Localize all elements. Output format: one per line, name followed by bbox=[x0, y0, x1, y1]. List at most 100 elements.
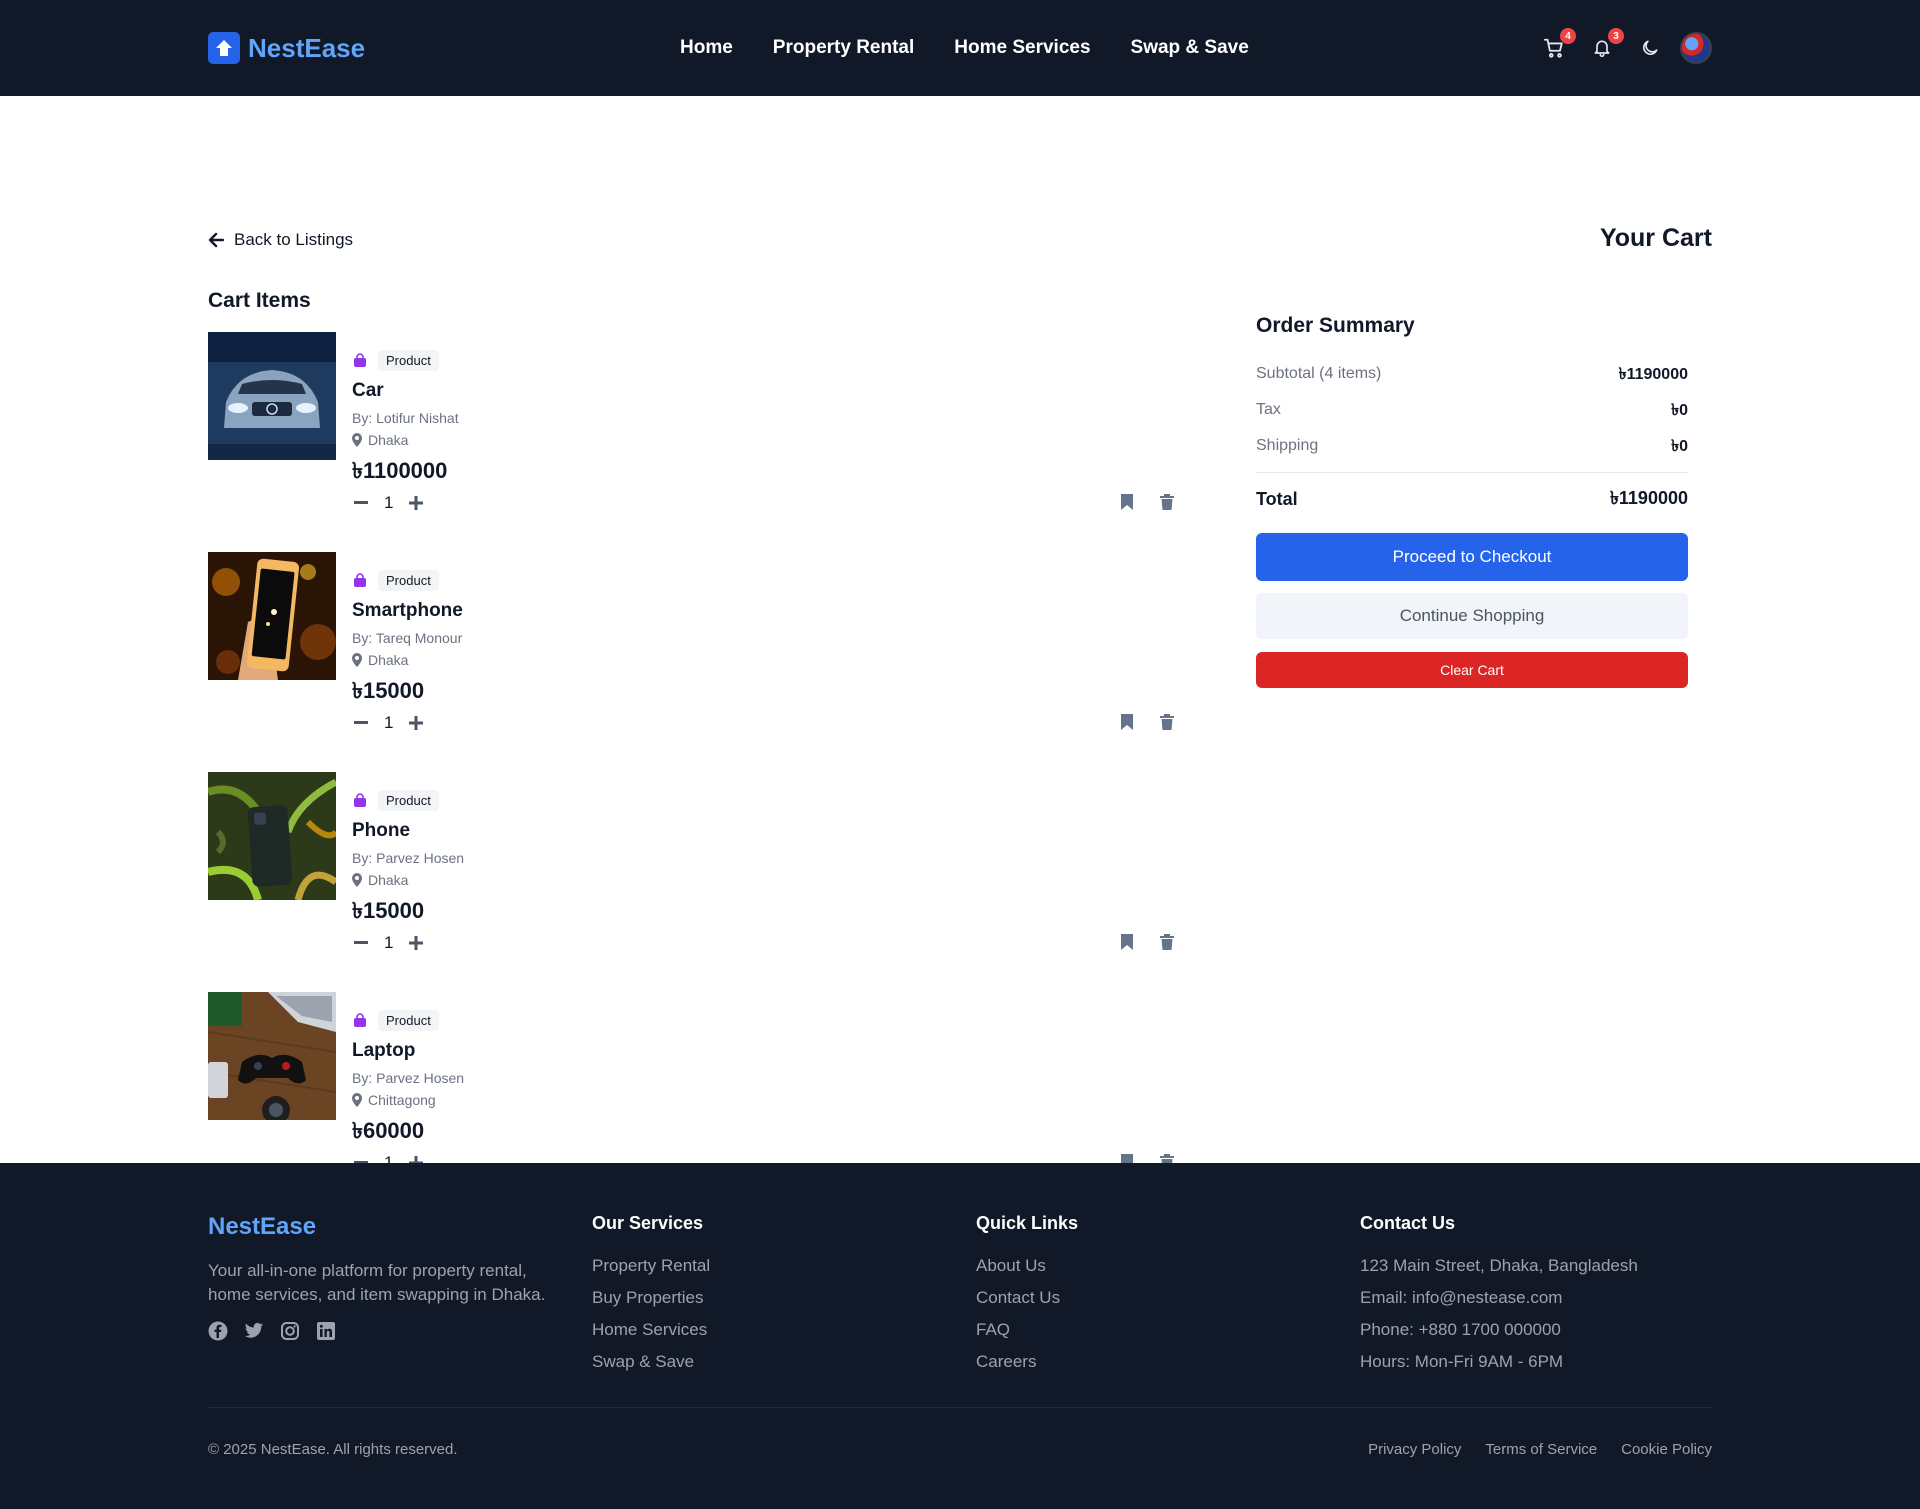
footer-brand-column: NestEase Your all-in-one platform for pr… bbox=[208, 1213, 558, 1341]
cookie-policy-link[interactable]: Cookie Policy bbox=[1621, 1441, 1712, 1458]
cart-count-badge: 4 bbox=[1560, 28, 1576, 44]
facebook-icon bbox=[208, 1321, 228, 1341]
remove-item-button[interactable] bbox=[1158, 712, 1176, 732]
save-for-later-button[interactable] bbox=[1118, 932, 1136, 952]
item-category-tag: Product bbox=[378, 1009, 439, 1031]
item-name: Smartphone bbox=[352, 600, 463, 621]
footer-brand[interactable]: NestEase bbox=[208, 1213, 558, 1241]
location-pin-icon bbox=[352, 433, 362, 447]
nav-link-swap-save[interactable]: Swap & Save bbox=[1131, 37, 1249, 59]
remove-item-button[interactable] bbox=[1158, 932, 1176, 952]
item-category-tag: Product bbox=[378, 789, 439, 811]
shipping-label: Shipping bbox=[1256, 437, 1319, 454]
item-seller: By: Parvez Hosen bbox=[352, 1070, 465, 1086]
tax-row: Tax ৳0 bbox=[1256, 392, 1688, 428]
footer-link-careers[interactable]: Careers bbox=[976, 1346, 1078, 1378]
plus-icon bbox=[409, 936, 424, 950]
order-summary: Order Summary Subtotal (4 items) ৳119000… bbox=[1256, 314, 1688, 688]
clear-cart-button[interactable]: Clear Cart bbox=[1256, 652, 1688, 688]
terms-of-service-link[interactable]: Terms of Service bbox=[1485, 1441, 1597, 1458]
summary-divider bbox=[1256, 472, 1688, 473]
decrease-quantity-button[interactable] bbox=[352, 494, 370, 512]
item-name: Laptop bbox=[352, 1040, 416, 1061]
cart-item-car: Product Car By: Lotifur Nishat Dhaka ৳11… bbox=[208, 332, 1176, 552]
cart-items-list: Product Car By: Lotifur Nishat Dhaka ৳11… bbox=[208, 332, 1176, 1212]
plus-icon bbox=[409, 716, 424, 730]
plus-icon bbox=[409, 496, 424, 510]
shopping-bag-icon bbox=[352, 572, 368, 588]
item-name: Car bbox=[352, 380, 384, 401]
nav-link-home[interactable]: Home bbox=[680, 37, 733, 59]
page-title: Your Cart bbox=[1599, 224, 1712, 252]
shopping-bag-icon bbox=[352, 352, 368, 368]
cart-page: Back to Listings Your Cart Cart Items Pr… bbox=[0, 96, 1920, 1172]
proceed-to-checkout-button[interactable]: Proceed to Checkout bbox=[1256, 533, 1688, 581]
footer-link-contact-us[interactable]: Contact Us bbox=[976, 1282, 1078, 1314]
item-category-tag: Product bbox=[378, 569, 439, 591]
save-for-later-button[interactable] bbox=[1118, 492, 1136, 512]
bookmark-icon bbox=[1121, 494, 1133, 510]
notification-count-badge: 3 bbox=[1608, 28, 1624, 44]
quantity-stepper: 1 bbox=[352, 713, 463, 733]
nav-link-property-rental[interactable]: Property Rental bbox=[773, 37, 914, 59]
theme-toggle-button[interactable] bbox=[1636, 34, 1664, 62]
arrow-left-icon bbox=[208, 232, 224, 248]
item-seller: By: Lotifur Nishat bbox=[352, 410, 459, 426]
footer-link-swap-save[interactable]: Swap & Save bbox=[592, 1346, 710, 1378]
item-location: Chittagong bbox=[368, 1092, 436, 1108]
cart-button[interactable]: 4 bbox=[1540, 28, 1576, 62]
footer-quick-links-column: Quick Links About Us Contact Us FAQ Care… bbox=[976, 1213, 1078, 1378]
increase-quantity-button[interactable] bbox=[407, 714, 425, 732]
footer-divider bbox=[208, 1407, 1712, 1408]
shipping-value: ৳0 bbox=[1671, 437, 1688, 455]
notifications-button[interactable]: 3 bbox=[1588, 28, 1624, 62]
phone-thumbnail bbox=[208, 772, 336, 900]
footer: NestEase Your all-in-one platform for pr… bbox=[0, 1163, 1920, 1509]
decrease-quantity-button[interactable] bbox=[352, 714, 370, 732]
brand[interactable]: NestEase bbox=[208, 32, 365, 64]
footer-link-property-rental[interactable]: Property Rental bbox=[592, 1250, 710, 1282]
privacy-policy-link[interactable]: Privacy Policy bbox=[1368, 1441, 1461, 1458]
total-label: Total bbox=[1256, 488, 1298, 509]
main-nav: Home Property Rental Home Services Swap … bbox=[680, 0, 1249, 96]
footer-link-home-services[interactable]: Home Services bbox=[592, 1314, 710, 1346]
trash-icon bbox=[1160, 494, 1174, 510]
nav-link-home-services[interactable]: Home Services bbox=[954, 37, 1090, 59]
nav-icons: 4 3 bbox=[1524, 0, 1712, 96]
facebook-link[interactable] bbox=[208, 1321, 228, 1341]
total-value: ৳1190000 bbox=[1609, 487, 1688, 508]
increase-quantity-button[interactable] bbox=[407, 494, 425, 512]
decrease-quantity-button[interactable] bbox=[352, 934, 370, 952]
continue-shopping-button[interactable]: Continue Shopping bbox=[1256, 593, 1688, 639]
footer-link-about-us[interactable]: About Us bbox=[976, 1250, 1078, 1282]
save-for-later-button[interactable] bbox=[1118, 712, 1136, 732]
user-avatar[interactable] bbox=[1680, 32, 1712, 64]
footer-contact-title: Contact Us bbox=[1360, 1213, 1456, 1233]
contact-address: 123 Main Street, Dhaka, Bangladesh bbox=[1360, 1256, 1638, 1275]
back-to-listings-link[interactable]: Back to Listings bbox=[208, 230, 353, 250]
footer-link-faq[interactable]: FAQ bbox=[976, 1314, 1078, 1346]
twitter-icon bbox=[244, 1322, 264, 1338]
cart-item-phone: Product Phone By: Parvez Hosen Dhaka ৳15… bbox=[208, 772, 1176, 992]
total-row: Total ৳1190000 bbox=[1256, 479, 1688, 519]
laptop-thumbnail bbox=[208, 992, 336, 1120]
cart-item-smartphone: Product Smartphone By: Tareq Monour Dhak… bbox=[208, 552, 1176, 772]
instagram-link[interactable] bbox=[280, 1321, 300, 1341]
item-info: Product Laptop By: Parvez Hosen Chittago… bbox=[352, 1008, 464, 1173]
footer-contact-column: Contact Us 123 Main Street, Dhaka, Bangl… bbox=[1360, 1213, 1638, 1378]
contact-phone: Phone: +880 1700 000000 bbox=[1360, 1320, 1561, 1339]
footer-link-buy-properties[interactable]: Buy Properties bbox=[592, 1282, 710, 1314]
order-summary-title: Order Summary bbox=[1256, 314, 1415, 337]
linkedin-icon bbox=[317, 1322, 335, 1340]
car-thumbnail bbox=[208, 332, 336, 460]
increase-quantity-button[interactable] bbox=[407, 934, 425, 952]
twitter-link[interactable] bbox=[244, 1321, 264, 1341]
subtotal-value: ৳1190000 bbox=[1618, 365, 1688, 383]
location-pin-icon bbox=[352, 653, 362, 667]
item-location: Dhaka bbox=[368, 432, 409, 448]
item-price: ৳15000 bbox=[352, 898, 425, 923]
subtotal-label: Subtotal (4 items) bbox=[1256, 365, 1382, 382]
linkedin-link[interactable] bbox=[316, 1321, 336, 1341]
remove-item-button[interactable] bbox=[1158, 492, 1176, 512]
minus-icon bbox=[354, 941, 368, 944]
